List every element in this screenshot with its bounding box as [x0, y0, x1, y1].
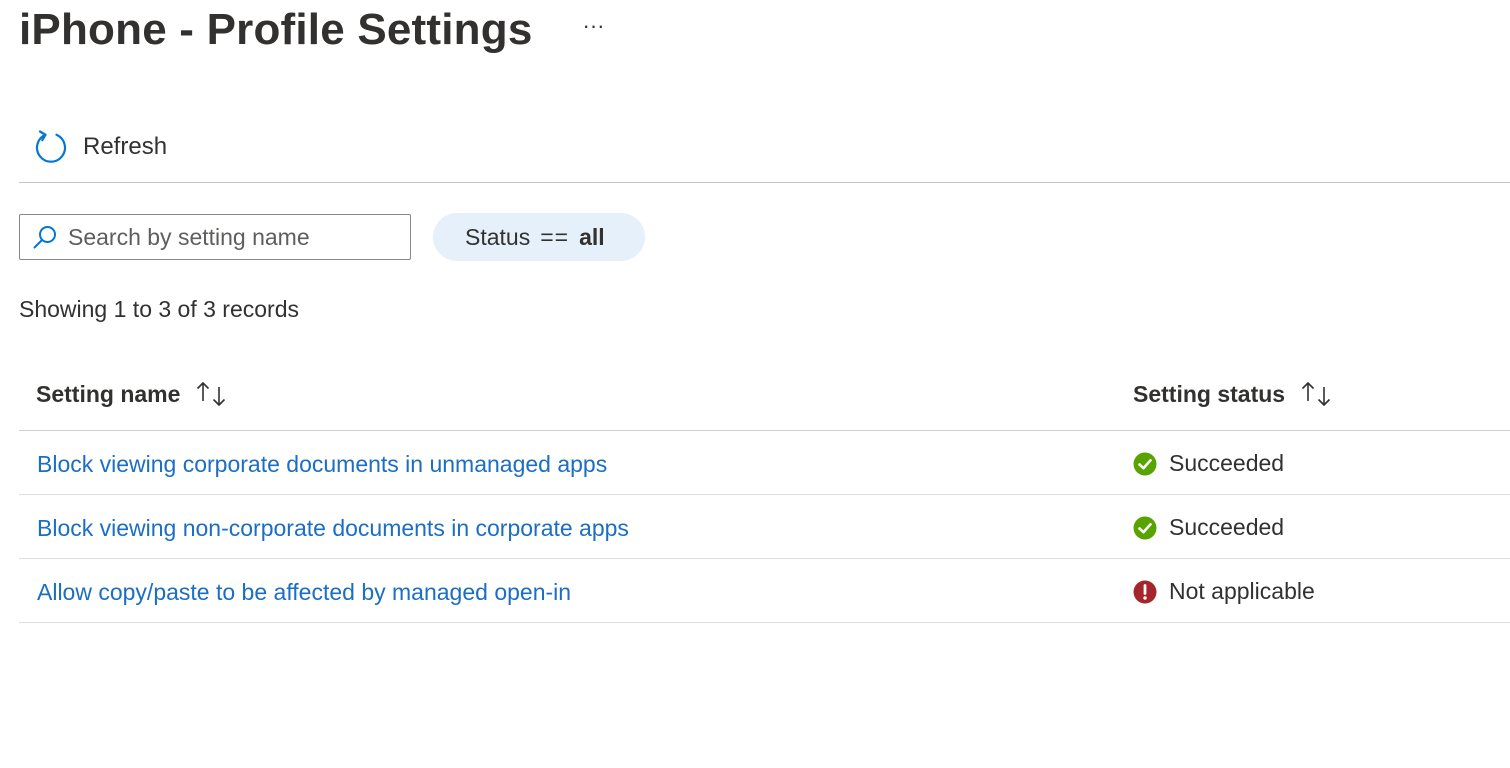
settings-table: Setting name Setting status Block viewin… [19, 360, 1510, 623]
refresh-label: Refresh [83, 132, 168, 160]
success-check-icon [1133, 516, 1157, 539]
more-options-button[interactable]: ··· [583, 15, 605, 37]
status-filter-pill[interactable]: Status == all [433, 213, 645, 261]
table-row: Allow copy/paste to be affected by manag… [19, 559, 1510, 623]
setting-status-label: Succeeded [1169, 450, 1285, 476]
command-bar: Refresh [19, 112, 1510, 183]
sort-icon[interactable] [194, 380, 230, 408]
column-header-setting-name[interactable]: Setting name [36, 380, 230, 408]
column-header-label: Setting status [1133, 380, 1286, 407]
setting-status: Succeeded [1133, 450, 1284, 477]
setting-status-label: Succeeded [1169, 514, 1285, 540]
setting-status-label: Not applicable [1169, 578, 1315, 604]
table-row: Block viewing corporate documents in unm… [19, 431, 1510, 495]
setting-status: Succeeded [1133, 514, 1284, 541]
status-filter-operator: == [540, 223, 570, 250]
search-icon [33, 226, 56, 249]
setting-name-link[interactable]: Block viewing non-corporate documents in… [37, 515, 629, 542]
status-filter-value: all [579, 223, 605, 250]
record-count: Showing 1 to 3 of 3 records [19, 296, 299, 322]
table-header: Setting name Setting status [19, 360, 1510, 431]
search-box[interactable] [19, 214, 411, 260]
filter-bar: Status == all [19, 213, 645, 261]
table-row: Block viewing non-corporate documents in… [19, 495, 1510, 559]
refresh-button[interactable]: Refresh [34, 129, 168, 164]
sort-icon[interactable] [1299, 380, 1335, 408]
refresh-icon [35, 129, 67, 163]
setting-name-link[interactable]: Block viewing corporate documents in unm… [37, 451, 607, 478]
success-check-icon [1133, 452, 1157, 475]
error-exclamation-icon [1133, 580, 1157, 603]
setting-status: Not applicable [1133, 578, 1315, 605]
search-input[interactable] [68, 223, 388, 251]
column-header-setting-status[interactable]: Setting status [1133, 380, 1335, 408]
setting-name-link[interactable]: Allow copy/paste to be affected by manag… [37, 579, 571, 606]
column-header-label: Setting name [36, 380, 181, 407]
page-header: iPhone - Profile Settings ··· [19, 0, 604, 60]
page-title: iPhone - Profile Settings [19, 5, 533, 54]
page: iPhone - Profile Settings ··· Refresh St… [0, 0, 1510, 768]
status-filter-field: Status [465, 223, 531, 250]
